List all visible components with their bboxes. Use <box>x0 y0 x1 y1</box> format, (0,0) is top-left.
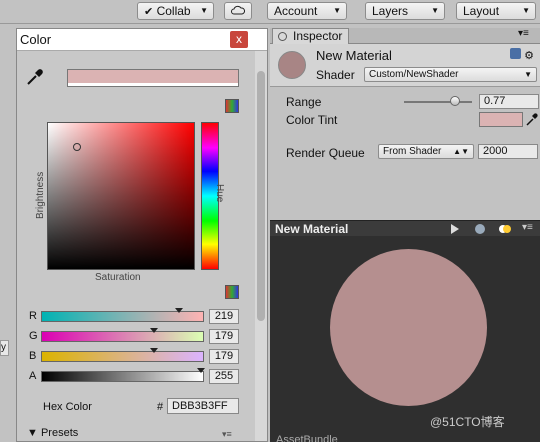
collab-label: Collab <box>156 4 191 18</box>
material-header: New Material Shader Custom/NewShader ▼ ⚙ <box>270 44 540 87</box>
color-picker-window: Color x Brightness Hue Saturation R 219 G 1… <box>16 28 268 442</box>
collab-button[interactable]: ✔ Collab ▼ <box>137 2 214 20</box>
cloud-icon <box>231 5 245 15</box>
eyedropper-icon[interactable] <box>25 67 45 87</box>
tab-label: Inspector <box>293 29 343 43</box>
account-label: Account <box>274 4 318 18</box>
saturation-brightness-picker[interactable] <box>47 122 195 270</box>
main-toolbar: ✔ Collab ▼ Account ▼ Layers ▼ Layout ▼ <box>0 0 540 24</box>
tab-inspector[interactable]: Inspector <box>272 28 350 44</box>
range-slider-knob[interactable] <box>450 96 460 106</box>
preview-toolbar: New Material ▾≡ <box>270 220 540 236</box>
shader-label: Shader <box>316 68 355 82</box>
tab-menu-icon[interactable]: ▾≡ <box>518 28 529 39</box>
channel-value-input[interactable]: 179 <box>209 349 239 364</box>
channel-value-input[interactable]: 219 <box>209 309 239 324</box>
channel-row-g: G 179 <box>27 328 247 345</box>
hue-label: Hue <box>214 184 225 203</box>
color-tint-field[interactable] <box>479 112 523 127</box>
channel-slider[interactable] <box>41 328 204 342</box>
material-name: New Material <box>316 48 392 63</box>
background-field: y <box>0 340 9 356</box>
background-panel <box>0 24 16 442</box>
header-icons: ⚙ <box>510 48 538 62</box>
triangle-down-icon: ▼ <box>27 427 38 439</box>
brightness-label: Brightness <box>35 171 46 219</box>
sphere-icon[interactable] <box>473 223 487 235</box>
color-mode-icon[interactable] <box>225 99 239 113</box>
layout-label: Layout <box>463 4 500 18</box>
slider-thumb[interactable] <box>150 348 158 353</box>
chevron-down-icon: ▼ <box>200 6 208 15</box>
channel-slider[interactable] <box>41 308 204 322</box>
render-queue-label: Render Queue <box>286 146 365 160</box>
chevron-down-icon: ▼ <box>522 6 530 15</box>
channel-slider[interactable] <box>41 368 205 382</box>
hex-label: Hex Color <box>43 401 92 413</box>
layers-dropdown[interactable]: Layers ▼ <box>365 2 445 20</box>
shader-value: Custom/NewShader <box>369 69 459 80</box>
inspector-body: Range 0.77 Color Tint Render Queue From … <box>270 88 540 216</box>
channel-letter: A <box>29 370 37 382</box>
channel-letter: R <box>29 310 37 322</box>
chevron-updown-icon: ▲▼ <box>453 147 469 156</box>
channel-slider[interactable] <box>41 348 204 362</box>
layers-label: Layers <box>372 4 409 18</box>
eyedropper-icon[interactable] <box>525 111 539 127</box>
cloud-button[interactable] <box>224 2 252 20</box>
range-slider-track[interactable] <box>404 101 472 103</box>
channel-row-b: B 179 <box>27 348 247 365</box>
channel-row-r: R 219 <box>27 308 247 325</box>
layout-dropdown[interactable]: Layout ▼ <box>456 2 536 20</box>
material-thumbnail <box>278 51 306 79</box>
chevron-down-icon: ▼ <box>333 6 341 15</box>
watermark: @51CTO博客 <box>430 415 505 429</box>
slider-thumb[interactable] <box>150 328 158 333</box>
settings-icon[interactable]: ⚙ <box>524 50 534 62</box>
preview-menu-icon[interactable]: ▾≡ <box>522 222 533 233</box>
hex-input[interactable]: DBB3B3FF <box>167 398 239 414</box>
slider-mode-icon[interactable] <box>225 285 239 299</box>
preview-title: New Material <box>275 222 349 236</box>
chevron-down-icon: ▼ <box>431 6 439 15</box>
shader-dropdown[interactable]: Custom/NewShader ▼ <box>364 67 537 82</box>
channel-row-a: A 255 <box>27 368 247 385</box>
account-button[interactable]: Account ▼ <box>267 2 347 20</box>
alpha-strip <box>68 83 238 86</box>
assetbundle-label: AssetBundle <box>276 434 338 442</box>
info-icon <box>278 32 287 41</box>
channel-value-input[interactable]: 179 <box>209 329 239 344</box>
material-preview[interactable]: @51CTO博客 AssetBundle <box>270 236 540 442</box>
preview-sphere <box>330 249 487 406</box>
lights-icon[interactable] <box>498 223 512 235</box>
window-title: Color <box>20 32 52 47</box>
range-label: Range <box>286 95 322 109</box>
channel-value-input[interactable]: 255 <box>209 369 239 384</box>
slider-thumb[interactable] <box>197 368 205 373</box>
color-window-titlebar[interactable]: Color x <box>17 29 267 51</box>
render-queue-input[interactable]: 2000 <box>478 144 538 159</box>
scrollbar[interactable] <box>255 51 267 441</box>
presets-label: Presets <box>40 427 79 439</box>
range-value-input[interactable]: 0.77 <box>479 94 539 109</box>
channel-letter: G <box>29 330 38 342</box>
slider-thumb[interactable] <box>175 308 183 313</box>
check-icon: ✔ <box>144 6 154 18</box>
saturation-label: Saturation <box>95 272 141 283</box>
inspector-tabbar: Inspector ▾≡ <box>270 28 540 44</box>
play-icon[interactable] <box>448 223 462 235</box>
scroll-thumb[interactable] <box>257 71 265 321</box>
render-queue-dropdown[interactable]: From Shader ▲▼ <box>378 144 474 159</box>
sv-cursor[interactable] <box>73 143 81 151</box>
presets-foldout[interactable]: ▼ Presets <box>27 427 78 439</box>
color-swatch <box>67 69 239 87</box>
render-queue-mode: From Shader <box>383 146 442 157</box>
help-icon[interactable] <box>510 48 521 59</box>
color-tint-label: Color Tint <box>286 113 338 127</box>
chevron-down-icon: ▼ <box>524 70 532 79</box>
hex-hash: # <box>157 401 164 413</box>
presets-menu-icon[interactable]: ▾≡ <box>222 429 232 440</box>
close-button[interactable]: x <box>230 31 248 48</box>
channel-letter: B <box>29 350 37 362</box>
